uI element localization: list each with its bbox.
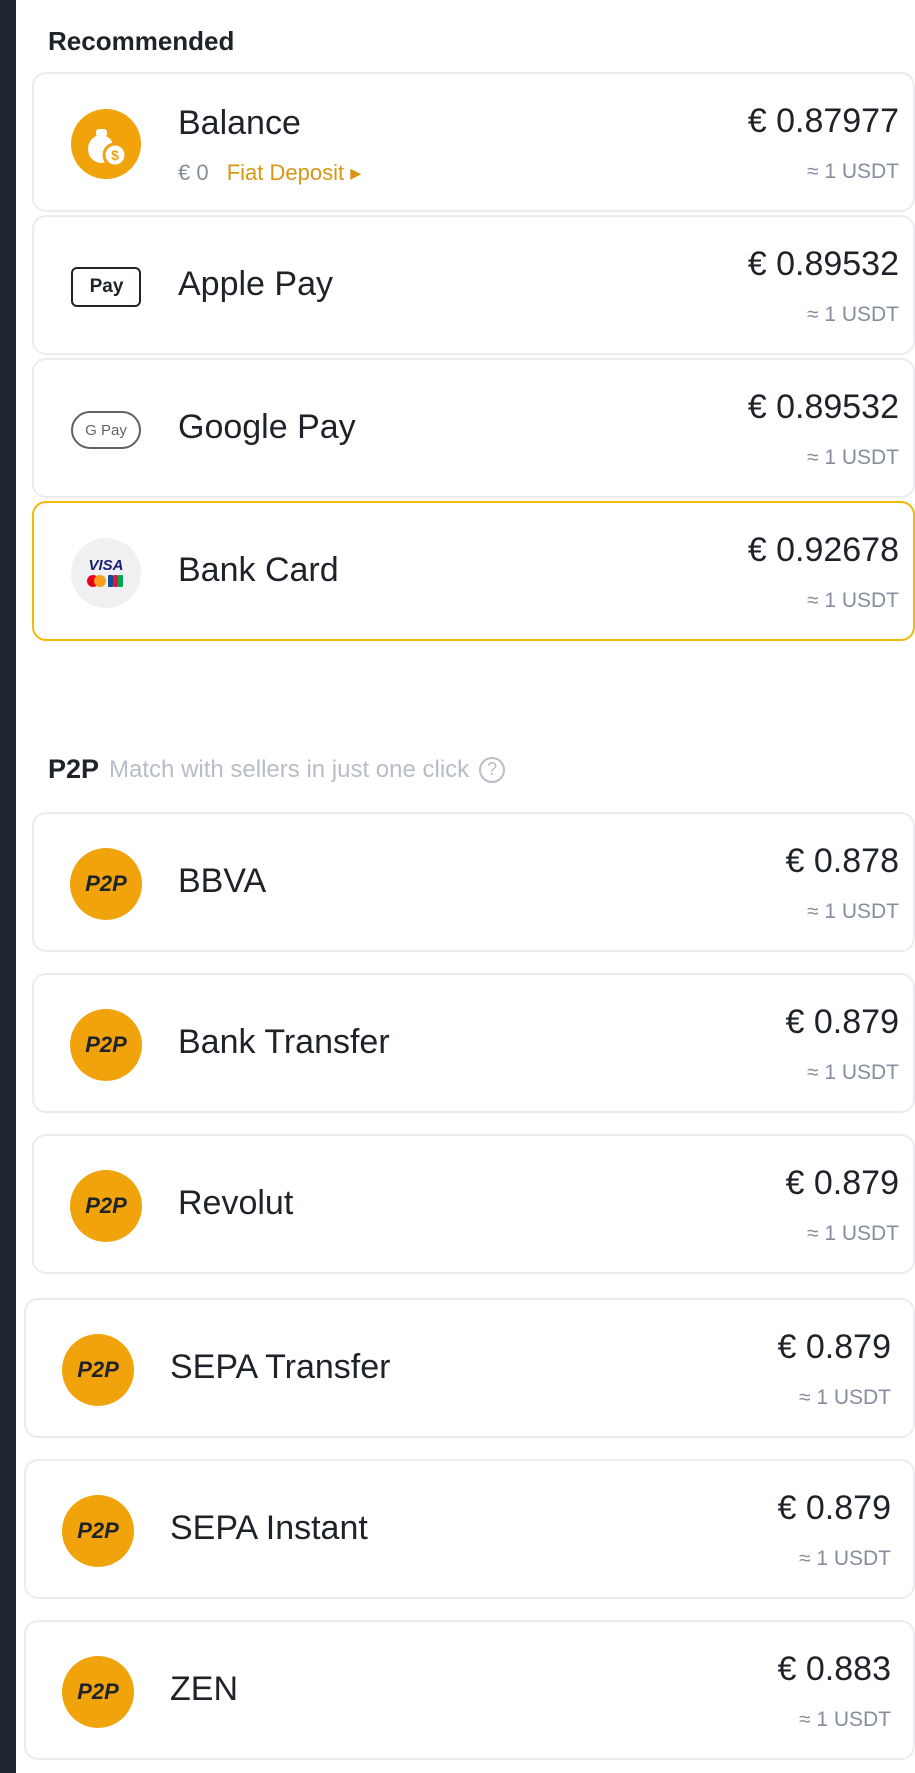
payment-option-balance[interactable]: $ Balance € 0 Fiat Deposit ▸ € 0.87977 ≈… — [32, 72, 915, 212]
bank-transfer-approx: ≈ 1 USDT — [806, 1061, 899, 1084]
payment-option-apple-pay[interactable]: Pay Apple Pay € 0.89532 ≈ 1 USDT — [32, 215, 915, 355]
p2p-section-subtitle: Match with sellers in just one click — [109, 755, 470, 783]
coin-bag-icon: $ — [70, 108, 142, 180]
sepa-instant-approx: ≈ 1 USDT — [798, 1547, 891, 1570]
bbva-approx: ≈ 1 USDT — [806, 900, 899, 923]
sepa-transfer-price: € 0.879 — [777, 1328, 891, 1366]
p2p-icon: P2P — [62, 1656, 134, 1728]
p2p-icon: P2P — [70, 848, 142, 920]
google-pay-price: € 0.89532 — [747, 388, 899, 426]
revolut-label: Revolut — [178, 1184, 294, 1222]
apple-pay-badge-text: Pay — [89, 276, 124, 297]
payment-option-revolut[interactable]: P2P Revolut € 0.879 ≈ 1 USDT — [32, 1134, 915, 1274]
visa-badge-text: VISA — [88, 557, 124, 574]
p2p-section-title: P2P — [48, 754, 100, 784]
recommended-section-title: Recommended — [48, 26, 235, 56]
google-pay-approx: ≈ 1 USDT — [806, 446, 899, 469]
balance-approx: ≈ 1 USDT — [806, 160, 899, 183]
p2p-icon: P2P — [62, 1334, 134, 1406]
google-pay-badge-text: G Pay — [71, 411, 141, 449]
payment-option-bank-transfer[interactable]: P2P Bank Transfer € 0.879 ≈ 1 USDT — [32, 973, 915, 1113]
balance-amount-line: € 0 Fiat Deposit ▸ — [178, 160, 361, 186]
bank-card-label: Bank Card — [178, 551, 339, 589]
apple-pay-price: € 0.89532 — [747, 245, 899, 283]
balance-amount: € 0 — [178, 160, 209, 185]
bank-card-icon: VISA — [70, 537, 142, 609]
bbva-label: BBVA — [178, 862, 267, 900]
payment-option-bbva[interactable]: P2P BBVA € 0.878 ≈ 1 USDT — [32, 812, 915, 952]
balance-price: € 0.87977 — [747, 102, 899, 140]
payment-option-sepa-instant[interactable]: P2P SEPA Instant € 0.879 ≈ 1 USDT — [24, 1459, 915, 1599]
p2p-section-header: P2P Match with sellers in just one click… — [48, 754, 506, 785]
payment-option-bank-card[interactable]: VISA Bank Card € 0.92678 ≈ 1 USDT — [32, 501, 915, 641]
revolut-price: € 0.879 — [785, 1164, 899, 1202]
help-icon[interactable]: ? — [479, 756, 506, 783]
apple-pay-icon: Pay — [70, 251, 142, 323]
bank-card-approx: ≈ 1 USDT — [806, 589, 899, 612]
bank-transfer-label: Bank Transfer — [178, 1023, 390, 1061]
sepa-instant-price: € 0.879 — [777, 1489, 891, 1527]
google-pay-label: Google Pay — [178, 408, 356, 446]
balance-label: Balance — [178, 104, 301, 142]
zen-label: ZEN — [170, 1670, 238, 1708]
fiat-deposit-link[interactable]: Fiat Deposit ▸ — [227, 160, 362, 185]
bank-card-price: € 0.92678 — [747, 531, 899, 569]
p2p-icon: P2P — [70, 1009, 142, 1081]
card-networks-icon — [87, 575, 123, 587]
bank-transfer-price: € 0.879 — [785, 1003, 899, 1041]
bbva-price: € 0.878 — [785, 842, 899, 880]
zen-approx: ≈ 1 USDT — [798, 1708, 891, 1731]
google-pay-icon: G Pay — [70, 394, 142, 466]
sepa-transfer-approx: ≈ 1 USDT — [798, 1386, 891, 1409]
payment-option-google-pay[interactable]: G Pay Google Pay € 0.89532 ≈ 1 USDT — [32, 358, 915, 498]
apple-pay-label: Apple Pay — [178, 265, 333, 303]
sepa-transfer-label: SEPA Transfer — [170, 1348, 391, 1386]
revolut-approx: ≈ 1 USDT — [806, 1222, 899, 1245]
p2p-icon: P2P — [62, 1495, 134, 1567]
svg-text:$: $ — [111, 147, 119, 163]
apple-pay-approx: ≈ 1 USDT — [806, 303, 899, 326]
zen-price: € 0.883 — [777, 1650, 891, 1688]
payment-option-zen[interactable]: P2P ZEN € 0.883 ≈ 1 USDT — [24, 1620, 915, 1760]
p2p-icon: P2P — [70, 1170, 142, 1242]
sepa-instant-label: SEPA Instant — [170, 1509, 368, 1547]
payment-option-sepa-transfer[interactable]: P2P SEPA Transfer € 0.879 ≈ 1 USDT — [24, 1298, 915, 1438]
